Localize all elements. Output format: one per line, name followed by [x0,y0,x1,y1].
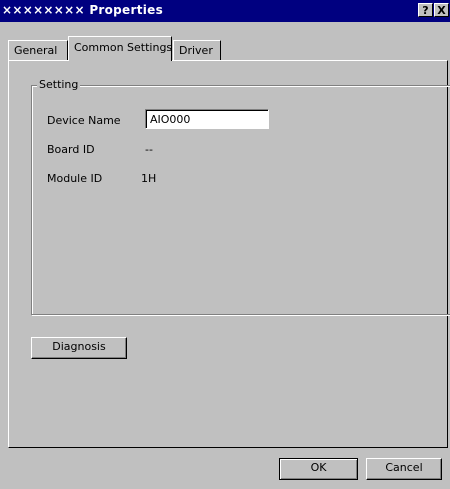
device-name-label: Device Name [47,114,121,127]
device-name-input[interactable]: AIO000 [145,109,269,129]
tab-common-settings[interactable]: Common Settings [68,36,172,61]
board-id-label: Board ID [47,143,95,156]
module-id-value: 1H [141,172,157,185]
cancel-button[interactable]: Cancel [366,458,442,480]
help-button[interactable]: ? [418,3,433,17]
diagnosis-button[interactable]: Diagnosis [31,337,127,359]
window-title: ×××××××× Properties [2,3,164,17]
title-bar: ×××××××× Properties ? X [0,0,450,22]
close-button[interactable]: X [434,3,449,17]
setting-group-title: Setting [37,78,81,91]
tab-driver[interactable]: Driver [173,40,221,60]
properties-dialog: ×××××××× Properties ? X General Common S… [0,0,450,489]
ok-button[interactable]: OK [279,458,358,480]
tab-panel: Setting Device Name AIO000 Board ID -- M… [8,60,450,448]
tab-general[interactable]: General [8,40,68,60]
module-id-label: Module ID [47,172,103,185]
board-id-value: -- [145,143,153,156]
